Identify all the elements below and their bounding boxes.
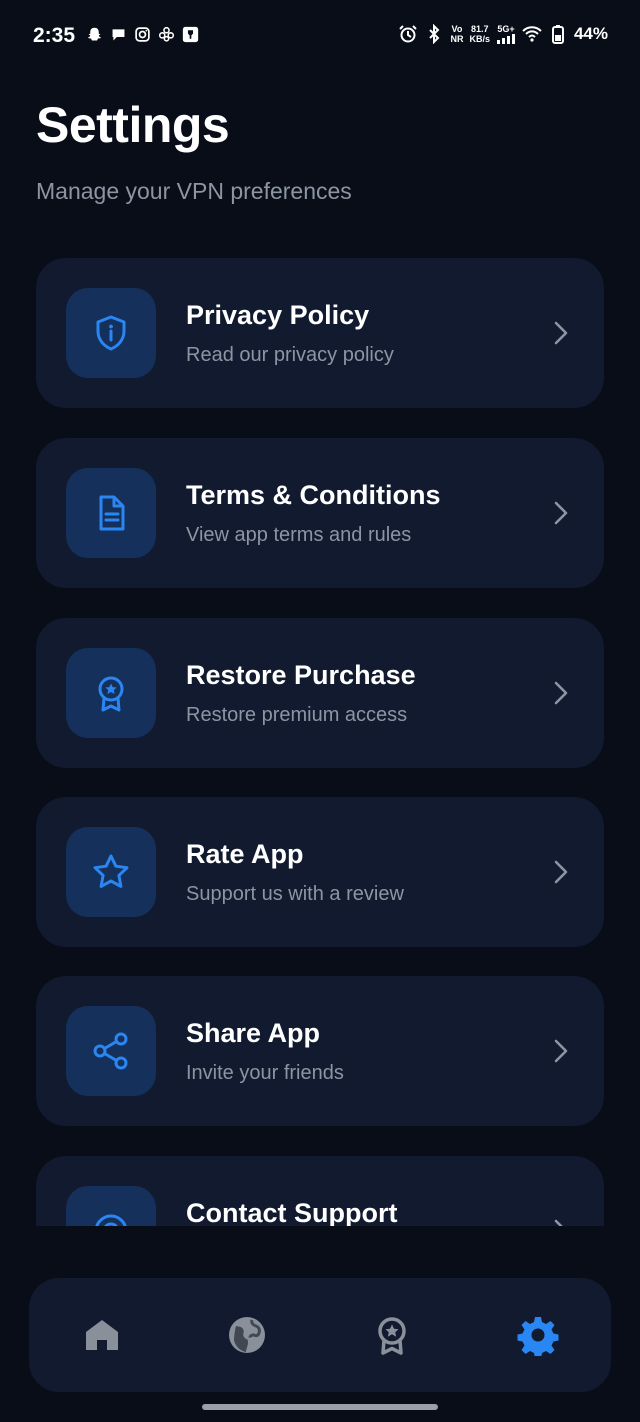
rate-icon-tile [66, 827, 156, 917]
volte-top: Vo [451, 24, 463, 34]
nav-settings[interactable] [516, 1313, 560, 1357]
terms-conditions-title: Terms & Conditions [186, 480, 441, 510]
chevron-right-icon [550, 680, 572, 706]
nav-servers[interactable] [225, 1313, 269, 1357]
share-app-subtitle: Invite your friends [186, 1062, 344, 1084]
cell-signal: 5G+ [496, 24, 516, 44]
shield-info-icon [96, 315, 126, 351]
system-status-icons: Vo NR 81.7 KB/s 5G+ 44% [398, 24, 608, 44]
privacy-icon-tile [66, 288, 156, 378]
gear-icon [517, 1317, 559, 1356]
award-icon [378, 1317, 406, 1355]
bluetooth-icon [429, 24, 440, 44]
flower-app-icon [158, 26, 175, 42]
volte-bottom: NR [450, 34, 464, 44]
status-bar: 2:35 Vo NR 81.7 KB/s 5G+ 44% [0, 0, 640, 74]
bottom-navigation [29, 1278, 611, 1392]
rate-app-item[interactable]: Rate App Support us with a review [36, 797, 604, 947]
network-speed: 81.7 KB/s [469, 24, 490, 44]
signal-bars-icon [496, 34, 515, 44]
support-icon [95, 1214, 127, 1226]
volte-indicator: Vo NR [450, 24, 463, 44]
nav-premium[interactable] [370, 1313, 414, 1357]
globe-icon [229, 1317, 265, 1353]
privacy-policy-item[interactable]: Privacy Policy Read our privacy policy [36, 258, 604, 408]
chevron-right-icon [550, 859, 572, 885]
restore-purchase-item[interactable]: Restore Purchase Restore premium access [36, 618, 604, 768]
share-icon [93, 1032, 128, 1070]
signal-label: 5G+ [497, 24, 515, 34]
instagram-icon [135, 27, 150, 42]
app-notification-icon [182, 26, 199, 43]
battery-percent: 44% [573, 24, 608, 43]
share-icon-tile [66, 1006, 156, 1096]
alarm-icon [399, 25, 418, 43]
page-subtitle: Manage your VPN preferences [36, 178, 352, 204]
share-app-title: Share App [186, 1018, 321, 1048]
settings-screen: 2:35 Vo NR 81.7 KB/s 5G+ 44% Settings Ma… [0, 0, 640, 1422]
restore-purchase-title: Restore Purchase [186, 660, 416, 690]
page-title: Settings [36, 97, 230, 153]
wifi-icon [522, 26, 542, 42]
contact-support-item[interactable]: Contact Support [36, 1156, 604, 1226]
home-icon [86, 1320, 118, 1350]
support-icon-tile [66, 1186, 156, 1226]
notification-icons [86, 26, 199, 43]
restore-purchase-subtitle: Restore premium access [186, 704, 408, 726]
speed-unit: KB/s [469, 34, 490, 44]
snapchat-icon [87, 27, 102, 41]
star-icon [93, 854, 129, 888]
privacy-policy-subtitle: Read our privacy policy [186, 344, 394, 366]
contact-support-title: Contact Support [186, 1198, 398, 1226]
chevron-right-icon [550, 320, 572, 346]
rate-app-title: Rate App [186, 839, 304, 869]
terms-conditions-item[interactable]: Terms & Conditions View app terms and ru… [36, 438, 604, 588]
document-icon [99, 495, 125, 531]
chat-bubble-icon [112, 29, 125, 41]
award-badge-icon [98, 676, 124, 712]
chevron-right-icon [550, 1218, 572, 1226]
home-indicator[interactable] [202, 1404, 438, 1410]
rate-app-subtitle: Support us with a review [186, 883, 404, 905]
terms-conditions-subtitle: View app terms and rules [186, 524, 412, 546]
share-app-item[interactable]: Share App Invite your friends [36, 976, 604, 1126]
nav-home[interactable] [80, 1313, 124, 1357]
chevron-right-icon [550, 1038, 572, 1064]
status-time: 2:35 [33, 24, 76, 47]
speed-value: 81.7 [470, 24, 489, 34]
settings-list: Privacy Policy Read our privacy policy T… [36, 258, 604, 1226]
terms-icon-tile [66, 468, 156, 558]
restore-icon-tile [66, 648, 156, 738]
chevron-right-icon [550, 500, 572, 526]
privacy-policy-title: Privacy Policy [186, 300, 370, 330]
battery-icon [551, 25, 564, 44]
